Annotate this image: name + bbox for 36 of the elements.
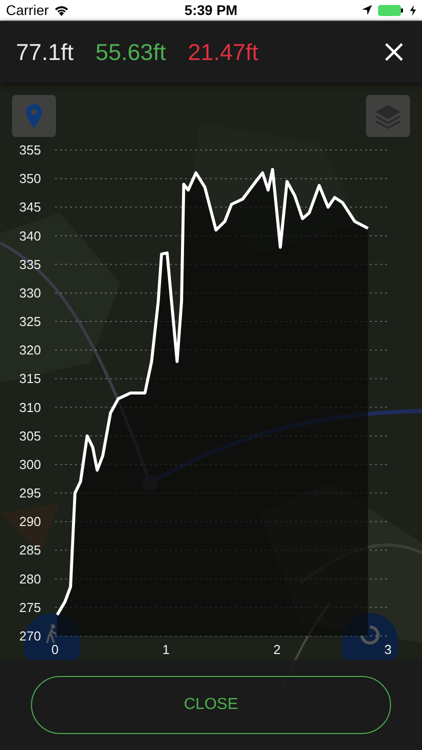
y-tick-label: 340 [19,228,41,244]
y-tick-label: 295 [19,486,41,501]
y-tick-label: 335 [19,256,41,272]
elevation-stat: 21.47ft [188,38,258,66]
y-tick-label: 270 [19,628,41,644]
x-tick-label: 3 [384,642,392,657]
layers-icon [374,103,402,129]
elevation-stat: 77.1ft [16,38,74,66]
y-tick-label: 320 [19,342,41,358]
close-button[interactable]: CLOSE [31,676,391,734]
walker-icon [46,624,58,644]
x-tick-label: 2 [273,642,281,657]
layers-button[interactable] [366,95,410,137]
y-tick-label: 345 [19,200,41,215]
carrier-label: Carrier [6,2,49,18]
y-tick-label: 285 [19,542,41,558]
x-tick-label: 1 [162,642,170,657]
location-arrow-icon [362,5,372,15]
y-tick-label: 315 [19,371,41,386]
y-tick-label: 355 [19,142,41,158]
y-tick-label: 330 [19,285,41,300]
y-tick-label: 300 [19,456,41,472]
y-tick-label: 275 [19,600,41,615]
wifi-icon [54,4,69,16]
y-tick-label: 280 [19,571,41,586]
battery-icon [378,4,404,16]
y-tick-label: 325 [19,314,41,330]
charging-bolt-icon [410,4,416,16]
status-time: 5:39 PM [184,2,238,18]
pin-icon [26,104,42,128]
y-tick-label: 350 [19,171,41,186]
y-tick-label: 305 [19,428,41,444]
x-tick-label: 0 [51,642,59,657]
elevation-stat: 55.63ft [96,38,166,66]
y-tick-label: 290 [19,514,41,530]
y-tick-label: 310 [19,400,41,415]
